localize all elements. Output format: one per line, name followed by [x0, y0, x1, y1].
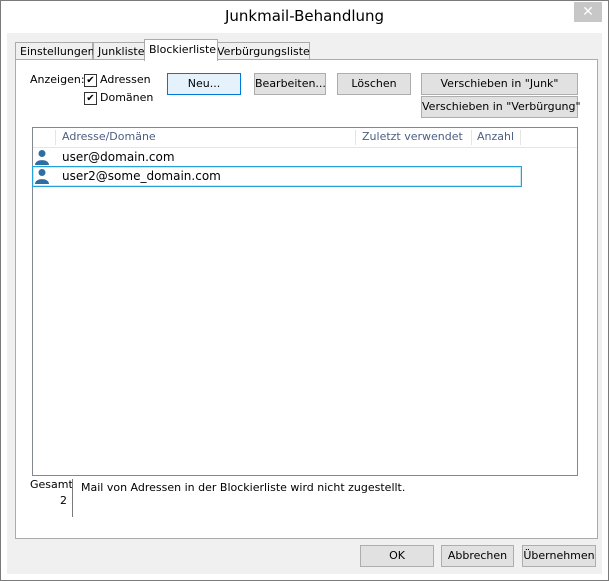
addresses-label: Adressen: [100, 73, 151, 86]
domains-label: Domänen: [100, 91, 154, 104]
tab-blockierliste[interactable]: Blockierliste: [144, 39, 218, 61]
edit-button[interactable]: Bearbeiten...: [254, 73, 326, 95]
total-count: 2: [60, 494, 67, 507]
window-title: Junkmail-Behandlung: [224, 7, 385, 25]
column-separator: [471, 130, 472, 145]
check-icon: ✔: [86, 93, 95, 104]
list-item-address: user2@some_domain.com: [62, 169, 221, 183]
move-to-trusted-button[interactable]: Verschieben in "Verbürgung": [421, 96, 581, 118]
info-note: Mail von Adressen in der Blockierliste w…: [81, 481, 406, 494]
new-button[interactable]: Neu...: [167, 73, 241, 95]
delete-button[interactable]: Löschen: [337, 73, 411, 95]
list-header: Adresse/Domäne Zuletzt verwendet Anzahl: [33, 128, 577, 148]
tab-verbuergungsliste[interactable]: Verbürgungsliste: [212, 42, 310, 60]
list-item-address: user@domain.com: [62, 150, 175, 164]
apply-button[interactable]: Übernehmen: [522, 545, 596, 567]
column-separator: [355, 130, 356, 145]
user-icon: [35, 169, 49, 184]
dialog-window: Junkmail-Behandlung ✕ Einstellungen Junk…: [0, 0, 609, 581]
show-filter-label: Anzeigen:: [30, 73, 85, 86]
check-icon: ✔: [86, 75, 95, 86]
domains-checkbox[interactable]: ✔: [84, 92, 97, 105]
column-count[interactable]: Anzahl: [477, 130, 514, 143]
close-button[interactable]: ✕: [574, 2, 602, 22]
tab-junkliste[interactable]: Junkliste: [93, 42, 151, 60]
window-frame-bottom: [1, 574, 608, 580]
column-last-used[interactable]: Zuletzt verwendet: [362, 130, 463, 143]
total-label: Gesamt: [30, 478, 73, 491]
title-bar[interactable]: Junkmail-Behandlung ✕: [1, 1, 608, 33]
list-item[interactable]: user@domain.com: [33, 148, 521, 167]
close-icon: ✕: [582, 4, 594, 20]
column-separator: [55, 130, 56, 145]
column-separator: [520, 130, 521, 145]
user-icon: [35, 150, 49, 165]
move-to-junk-button[interactable]: Verschieben in "Junk": [421, 73, 578, 95]
window-frame-right: [602, 33, 608, 580]
window-frame-left: [1, 33, 7, 580]
ok-button[interactable]: OK: [360, 545, 434, 567]
cancel-button[interactable]: Abbrechen: [441, 545, 514, 567]
addresses-checkbox[interactable]: ✔: [84, 74, 97, 87]
tab-einstellungen[interactable]: Einstellungen: [15, 42, 95, 60]
column-address[interactable]: Adresse/Domäne: [62, 130, 156, 143]
divider: [72, 479, 73, 517]
list-item[interactable]: user2@some_domain.com: [32, 166, 522, 187]
blocked-list[interactable]: Adresse/Domäne Zuletzt verwendet Anzahl …: [32, 127, 578, 476]
